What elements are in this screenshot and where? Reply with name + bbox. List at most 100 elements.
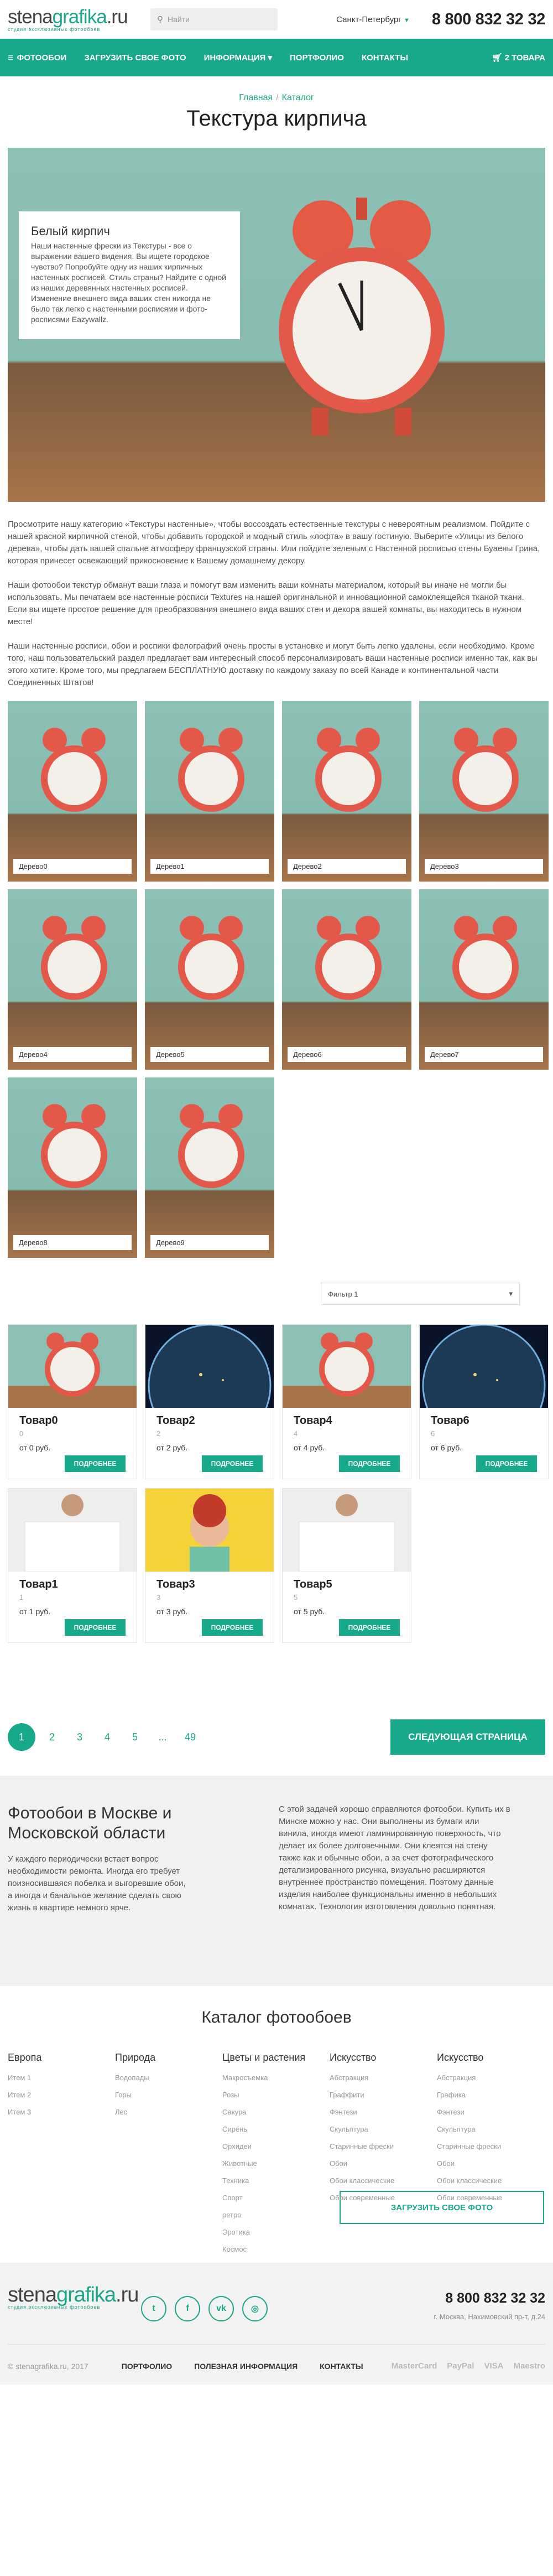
catalog-link[interactable]: Спорт [222, 2194, 330, 2202]
catalog-link[interactable]: Итем 2 [8, 2091, 115, 2099]
nav-item-info[interactable]: ИНФОРМАЦИЯ ▾ [204, 53, 272, 63]
facebook-icon[interactable]: f [175, 2296, 200, 2321]
catalog-link[interactable]: Обои современные [330, 2194, 437, 2202]
catalog-link[interactable]: Граффити [330, 2091, 437, 2099]
search-input[interactable]: ⚲ Найти [150, 8, 278, 30]
texture-tile[interactable]: Дерево1 [145, 701, 274, 882]
catalog-link[interactable]: Абстракция [437, 2074, 544, 2082]
details-button[interactable]: ПОДРОБНЕЕ [339, 1455, 400, 1472]
catalog-link[interactable]: Техника [222, 2176, 330, 2185]
texture-tile[interactable]: Дерево6 [282, 889, 411, 1070]
product-card[interactable]: Товар3 3 от 3 руб. ПОДРОБНЕЕ [145, 1488, 274, 1643]
catalog-column-title[interactable]: Цветы и растения [222, 2052, 330, 2064]
filter-select[interactable]: Фильтр 1 ▾ [321, 1283, 520, 1305]
catalog-column-title[interactable]: Природа [115, 2052, 222, 2064]
cart-button[interactable]: 🛒︎ 2 ТОВАРА [492, 53, 545, 63]
product-image[interactable] [8, 1325, 137, 1408]
footer-link-portfolio[interactable]: ПОРТФОЛИО [122, 2362, 172, 2371]
texture-tile[interactable]: Дерево7 [419, 889, 549, 1070]
catalog-link[interactable]: Старинные фрески [330, 2142, 437, 2150]
catalog-column-title[interactable]: Европа [8, 2052, 115, 2064]
catalog-link[interactable]: ретро [222, 2211, 330, 2219]
next-page-button[interactable]: СЛЕДУЮЩАЯ СТРАНИЦА [390, 1719, 545, 1755]
product-image[interactable] [283, 1325, 411, 1408]
catalog-link[interactable]: Сирень [222, 2125, 330, 2133]
catalog-link[interactable]: Сакура [222, 2108, 330, 2116]
details-button[interactable]: ПОДРОБНЕЕ [476, 1455, 537, 1472]
catalog-link[interactable]: Эротика [222, 2228, 330, 2236]
catalog-link[interactable]: Абстракция [330, 2074, 437, 2082]
product-name[interactable]: Товар6 [431, 1414, 537, 1427]
breadcrumb-catalog[interactable]: Каталог [282, 93, 314, 102]
breadcrumb-home[interactable]: Главная [239, 93, 273, 102]
catalog-link[interactable]: Орхидеи [222, 2142, 330, 2150]
instagram-icon[interactable]: ◎ [242, 2296, 268, 2321]
product-card[interactable]: Товар5 5 от 5 руб. ПОДРОБНЕЕ [282, 1488, 411, 1643]
page-5[interactable]: 5 [124, 1726, 146, 1748]
catalog-link[interactable]: Обои классические [437, 2176, 544, 2185]
nav-item-photowallpaper[interactable]: ФОТООБОИ [17, 53, 67, 63]
details-button[interactable]: ПОДРОБНЕЕ [65, 1619, 126, 1636]
details-button[interactable]: ПОДРОБНЕЕ [65, 1455, 126, 1472]
texture-tile[interactable]: Дерево9 [145, 1077, 274, 1258]
product-image[interactable] [283, 1489, 411, 1572]
twitter-icon[interactable]: t [141, 2296, 166, 2321]
header-phone[interactable]: 8 800 832 32 32 [432, 11, 545, 29]
catalog-link[interactable]: Макросъемка [222, 2074, 330, 2082]
product-name[interactable]: Товар2 [156, 1414, 263, 1427]
product-card[interactable]: Товар6 6 от 6 руб. ПОДРОБНЕЕ [419, 1324, 549, 1479]
product-card[interactable]: Товар4 4 от 4 руб. ПОДРОБНЕЕ [282, 1324, 411, 1479]
texture-tile[interactable]: Дерево8 [8, 1077, 137, 1258]
catalog-link[interactable]: Итем 1 [8, 2074, 115, 2082]
catalog-link[interactable]: Фэнтези [330, 2108, 437, 2116]
logo[interactable]: stenagrafika.ru студия эксклюзивных фото… [8, 7, 146, 32]
catalog-link[interactable]: Старинные фрески [437, 2142, 544, 2150]
catalog-link[interactable]: Обои современные [437, 2194, 544, 2202]
product-card[interactable]: Товар1 1 от 1 руб. ПОДРОБНЕЕ [8, 1488, 137, 1643]
catalog-link[interactable]: Графика [437, 2091, 544, 2099]
menu-icon[interactable]: ≡ [8, 52, 14, 64]
product-name[interactable]: Товар1 [19, 1578, 126, 1591]
product-image[interactable] [420, 1325, 548, 1408]
catalog-link[interactable]: Обои [330, 2159, 437, 2168]
catalog-link[interactable]: Животные [222, 2159, 330, 2168]
catalog-link[interactable]: Космос [222, 2245, 330, 2253]
catalog-link[interactable]: Горы [115, 2091, 222, 2099]
texture-tile[interactable]: Дерево0 [8, 701, 137, 882]
catalog-column-title[interactable]: Искусство [330, 2052, 437, 2064]
catalog-link[interactable]: Скульптура [437, 2125, 544, 2133]
texture-tile[interactable]: Дерево3 [419, 701, 549, 882]
details-button[interactable]: ПОДРОБНЕЕ [202, 1455, 263, 1472]
catalog-column-title[interactable]: Искусство [437, 2052, 544, 2064]
product-image[interactable] [145, 1325, 274, 1408]
details-button[interactable]: ПОДРОБНЕЕ [339, 1619, 400, 1636]
city-selector[interactable]: Санкт-Петербург ▼ [336, 15, 410, 24]
catalog-link[interactable]: Розы [222, 2091, 330, 2099]
product-name[interactable]: Товар5 [294, 1578, 400, 1591]
catalog-link[interactable]: Итем 3 [8, 2108, 115, 2116]
nav-item-upload[interactable]: ЗАГРУЗИТЬ СВОЕ ФОТО [84, 53, 186, 63]
details-button[interactable]: ПОДРОБНЕЕ [202, 1619, 263, 1636]
footer-link-info[interactable]: ПОЛЕЗНАЯ ИНФОРМАЦИЯ [194, 2362, 298, 2371]
page-3[interactable]: 3 [69, 1726, 91, 1748]
catalog-link[interactable]: Обои [437, 2159, 544, 2168]
vk-icon[interactable]: vk [208, 2296, 234, 2321]
catalog-link[interactable]: Обои классические [330, 2176, 437, 2185]
product-image[interactable] [145, 1489, 274, 1572]
product-name[interactable]: Товар4 [294, 1414, 400, 1427]
product-card[interactable]: Товар0 0 от 0 руб. ПОДРОБНЕЕ [8, 1324, 137, 1479]
product-name[interactable]: Товар3 [156, 1578, 263, 1591]
product-card[interactable]: Товар2 2 от 2 руб. ПОДРОБНЕЕ [145, 1324, 274, 1479]
nav-item-portfolio[interactable]: ПОРТФОЛИО [290, 53, 344, 63]
nav-item-contacts[interactable]: КОНТАКТЫ [362, 53, 408, 63]
page-4[interactable]: 4 [96, 1726, 118, 1748]
texture-tile[interactable]: Дерево4 [8, 889, 137, 1070]
footer-link-contacts[interactable]: КОНТАКТЫ [320, 2362, 363, 2371]
catalog-link[interactable]: Водопады [115, 2074, 222, 2082]
page-2[interactable]: 2 [41, 1726, 63, 1748]
catalog-link[interactable]: Скульптура [330, 2125, 437, 2133]
page-1[interactable]: 1 [8, 1723, 35, 1751]
product-image[interactable] [8, 1489, 137, 1572]
texture-tile[interactable]: Дерево5 [145, 889, 274, 1070]
product-name[interactable]: Товар0 [19, 1414, 126, 1427]
